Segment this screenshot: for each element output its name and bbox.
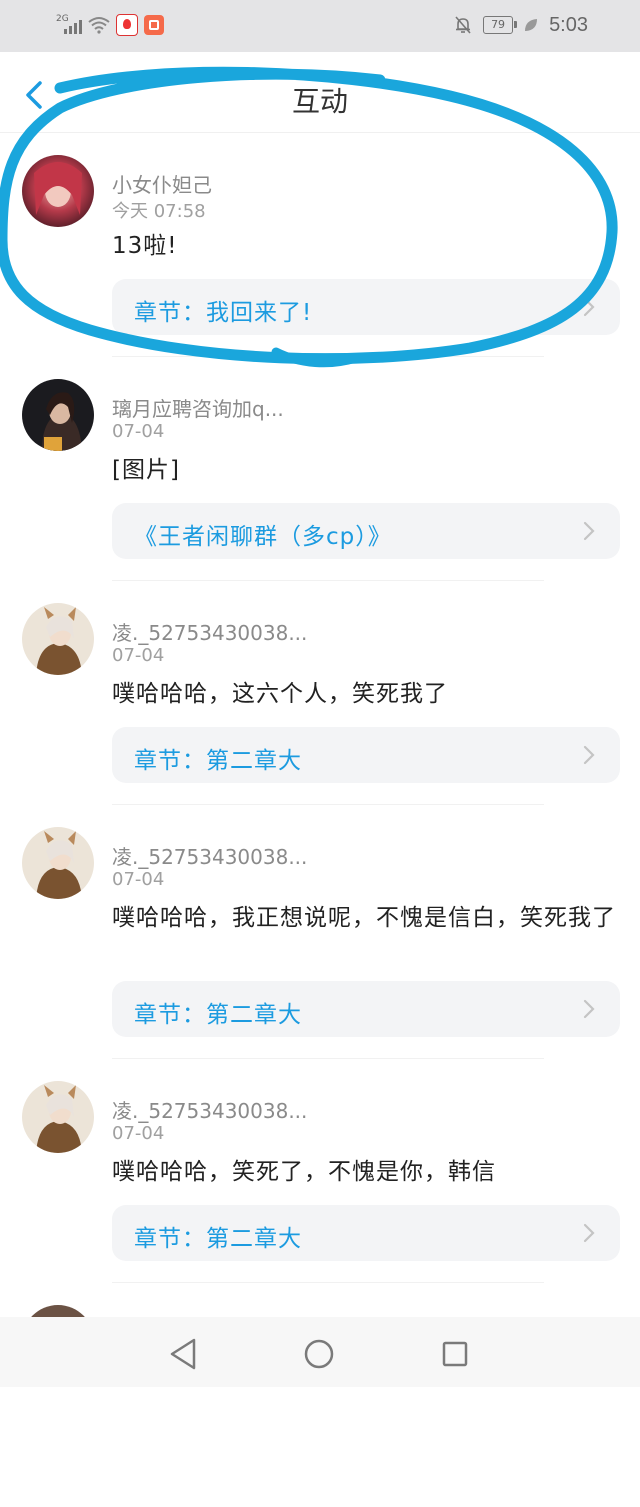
timestamp: 07-04 (112, 1123, 165, 1144)
chevron-right-icon (583, 1223, 595, 1243)
timestamp: 07-04 (112, 645, 165, 666)
avatar[interactable] (22, 603, 94, 675)
chapter-link[interactable]: 章节：第二章大 (112, 1205, 620, 1261)
battery-icon: 79 (483, 16, 518, 34)
chapter-link-label: 章节：第二章大 (134, 1226, 302, 1252)
timestamp: 07-04 (112, 869, 165, 890)
comment-text: 噗哈哈哈，笑死了，不愧是你，韩信 (112, 1159, 496, 1185)
list-item: 凌._52753430038... 07-04 噗哈哈哈，我正想说呢，不愧是信白… (0, 805, 640, 1059)
nav-home-icon[interactable] (304, 1339, 334, 1369)
bell-muted-icon (455, 16, 471, 34)
signal-icon: 2G (56, 14, 82, 36)
chevron-right-icon (583, 521, 595, 541)
comment-text: 13啦! (112, 233, 178, 259)
user-name[interactable]: 凌._52753430038... (112, 1095, 307, 1124)
clock: 5:03 (549, 13, 588, 36)
user-name[interactable]: 凌._52753430038... (112, 617, 307, 646)
comment-text: 噗哈哈哈，这六个人，笑死我了 (112, 681, 448, 707)
chevron-right-icon (583, 999, 595, 1019)
list-item: 凌._52753430038... 07-04 噗哈哈哈，这六个人，笑死我了 章… (0, 581, 640, 805)
avatar[interactable] (22, 379, 94, 451)
wifi-icon (88, 17, 110, 34)
user-name[interactable]: 小女仆妲己 (112, 169, 212, 198)
notification-app-icon (144, 15, 164, 35)
list-item: 凌._52753430038... 07-04 噗哈哈哈，笑死了，不愧是你，韩信… (0, 1059, 640, 1283)
chapter-link-label: 章节：第二章大 (134, 1002, 302, 1028)
status-bar: 2G 79 5:03 (0, 0, 640, 52)
chevron-right-icon (583, 745, 595, 765)
list-item: 小女仆妲己 今天 07:58 13啦! 章节：我回来了! (0, 133, 640, 357)
comment-text: 噗哈哈哈，我正想说呢，不愧是信白，笑死我了 (112, 905, 616, 931)
nav-recents-icon[interactable] (442, 1341, 468, 1367)
nav-back-icon[interactable] (168, 1337, 198, 1371)
chapter-link[interactable]: 章节：我回来了! (112, 279, 620, 335)
chapter-link-label: 章节：我回来了! (134, 300, 313, 326)
book-link-label: 《王者闲聊群（多cp）》 (134, 524, 392, 550)
avatar[interactable] (22, 827, 94, 899)
page-title: 互动 (291, 85, 348, 118)
chapter-link[interactable]: 章节：第二章大 (112, 727, 620, 783)
list-item: 璃月应聘咨询加q... 07-04 [图片] 《王者闲聊群（多cp）》 (0, 357, 640, 581)
comment-text: [图片] (112, 457, 180, 483)
chapter-link-label: 章节：第二章大 (134, 748, 302, 774)
timestamp: 今天 07:58 (112, 201, 206, 222)
avatar[interactable] (22, 155, 94, 227)
user-name[interactable]: 璃月应聘咨询加q... (112, 393, 284, 422)
leaf-icon (525, 19, 538, 31)
book-link[interactable]: 《王者闲聊群（多cp）》 (112, 503, 620, 559)
avatar[interactable] (22, 1081, 94, 1153)
user-name[interactable]: 凌._52753430038... (112, 841, 307, 870)
notification-app-icon (116, 14, 138, 36)
timestamp: 07-04 (112, 421, 165, 442)
chevron-right-icon (583, 297, 595, 317)
status-left: 2G (56, 12, 164, 38)
status-right: 79 5:03 (453, 12, 588, 38)
nav-bar: 互动 (0, 52, 640, 133)
system-nav-bar (0, 1317, 640, 1387)
chapter-link[interactable]: 章节：第二章大 (112, 981, 620, 1037)
interaction-list: 小女仆妲己 今天 07:58 13啦! 章节：我回来了! 璃月应聘咨询加q...… (0, 133, 640, 1507)
